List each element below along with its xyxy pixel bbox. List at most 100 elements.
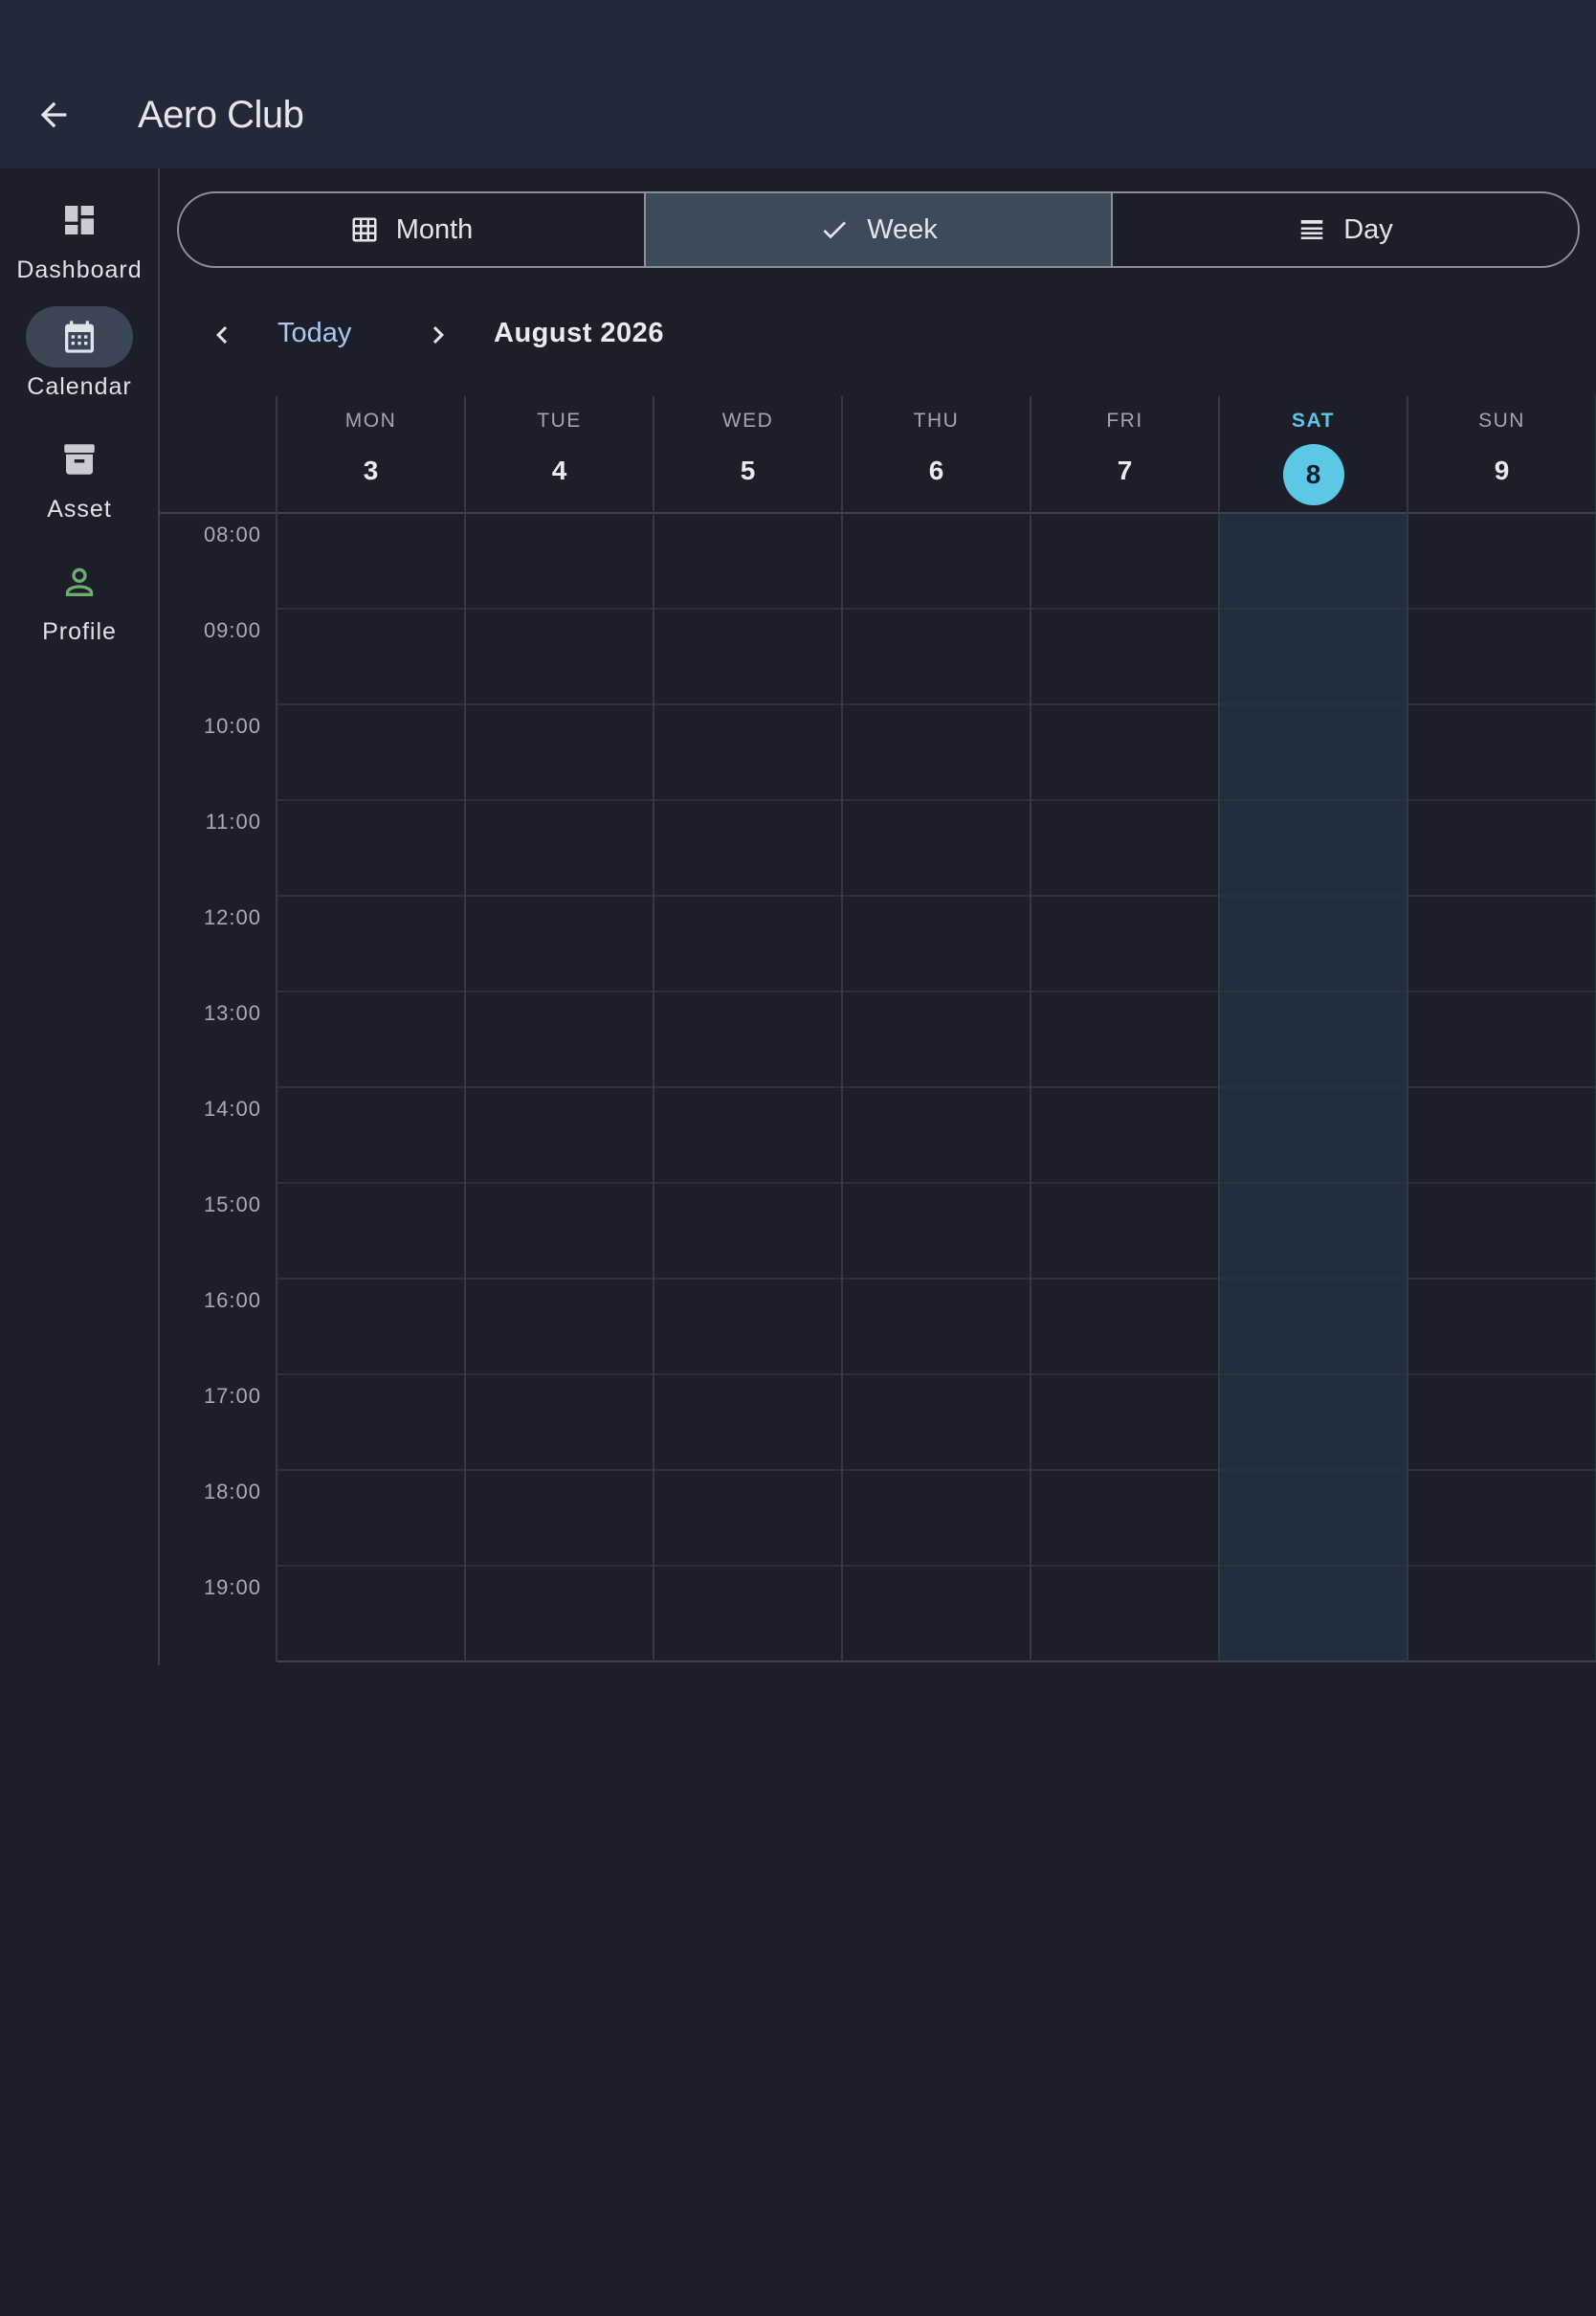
time-slot-cell[interactable] [843, 801, 1030, 895]
time-slot-cell[interactable] [466, 514, 653, 608]
time-slot-cell[interactable] [466, 897, 653, 991]
time-slot-cell[interactable] [466, 1567, 653, 1660]
back-button[interactable] [27, 88, 80, 142]
time-slot-cell[interactable] [843, 992, 1030, 1086]
time-slot-cell[interactable] [654, 1471, 841, 1565]
time-slot-cell[interactable] [1031, 1088, 1218, 1182]
time-slot-cell[interactable] [1408, 1567, 1595, 1660]
day-view-button[interactable]: Day [1111, 193, 1578, 266]
time-slot-cell[interactable] [1408, 1375, 1595, 1469]
time-slot-cell[interactable] [277, 1375, 464, 1469]
day-header[interactable]: THU 6 [842, 396, 1031, 513]
time-slot-cell[interactable] [1031, 1567, 1218, 1660]
time-slot-cell[interactable] [843, 1280, 1030, 1373]
time-slot-cell[interactable] [466, 1280, 653, 1373]
time-slot-cell[interactable] [843, 897, 1030, 991]
time-slot-cell[interactable] [1031, 514, 1218, 608]
time-slot-cell[interactable] [1031, 897, 1218, 991]
time-slot-cell[interactable] [1408, 705, 1595, 799]
time-slot-cell[interactable] [277, 1184, 464, 1278]
time-slot-cell[interactable] [654, 1184, 841, 1278]
time-slot-cell[interactable] [277, 992, 464, 1086]
week-view-button[interactable]: Week [644, 193, 1111, 266]
time-slot-cell[interactable] [843, 1567, 1030, 1660]
today-button[interactable]: Today [277, 318, 351, 349]
nav-item-profile[interactable]: Profile [0, 551, 159, 666]
nav-item-asset[interactable]: Asset [0, 429, 159, 544]
time-slot-cell[interactable] [843, 1088, 1030, 1182]
time-slot-cell[interactable] [843, 705, 1030, 799]
time-slot-cell[interactable] [1408, 1280, 1595, 1373]
previous-week-button[interactable] [195, 308, 249, 362]
time-slot-cell[interactable] [1220, 705, 1407, 799]
time-slot-cell[interactable] [277, 1471, 464, 1565]
time-slot-cell[interactable] [466, 801, 653, 895]
day-header[interactable]: WED 5 [654, 396, 842, 513]
nav-item-dashboard[interactable]: Dashboard [0, 189, 159, 304]
time-slot-cell[interactable] [654, 610, 841, 703]
time-slot-cell[interactable] [1220, 1280, 1407, 1373]
time-slot-cell[interactable] [1220, 1088, 1407, 1182]
time-slot-cell[interactable] [277, 514, 464, 608]
time-slot-cell[interactable] [277, 801, 464, 895]
time-slot-cell[interactable] [1408, 514, 1595, 608]
time-slot-cell[interactable] [466, 705, 653, 799]
time-slot-cell[interactable] [277, 1088, 464, 1182]
time-slot-cell[interactable] [1408, 897, 1595, 991]
time-slot-cell[interactable] [1408, 1184, 1595, 1278]
time-slot-cell[interactable] [1220, 514, 1407, 608]
time-slot-cell[interactable] [1408, 1471, 1595, 1565]
time-slot-cell[interactable] [654, 1280, 841, 1373]
time-slot-cell[interactable] [277, 897, 464, 991]
time-slot-cell[interactable] [654, 801, 841, 895]
time-slot-cell[interactable] [843, 1375, 1030, 1469]
time-slot-cell[interactable] [1031, 705, 1218, 799]
time-slot-cell[interactable] [654, 1375, 841, 1469]
time-slot-cell[interactable] [1031, 1184, 1218, 1278]
day-header[interactable]: SUN 9 [1408, 396, 1596, 513]
time-slot-cell[interactable] [843, 1184, 1030, 1278]
time-slot-cell[interactable] [1408, 992, 1595, 1086]
time-slot-cell[interactable] [843, 514, 1030, 608]
time-slot-cell[interactable] [1220, 801, 1407, 895]
month-view-button[interactable]: Month [179, 193, 644, 266]
time-slot-cell[interactable] [654, 1088, 841, 1182]
time-slot-cell[interactable] [654, 897, 841, 991]
time-slot-cell[interactable] [1031, 1280, 1218, 1373]
time-slot-cell[interactable] [466, 1184, 653, 1278]
day-header[interactable]: MON 3 [277, 396, 465, 513]
day-header[interactable]: SAT 8 [1219, 396, 1408, 513]
time-slot-cell[interactable] [654, 992, 841, 1086]
time-slot-cell[interactable] [1408, 801, 1595, 895]
time-slot-cell[interactable] [843, 1471, 1030, 1565]
day-header[interactable]: FRI 7 [1031, 396, 1219, 513]
time-slot-cell[interactable] [654, 1567, 841, 1660]
time-slot-cell[interactable] [1220, 610, 1407, 703]
time-slot-cell[interactable] [1220, 992, 1407, 1086]
time-slot-cell[interactable] [1031, 1375, 1218, 1469]
time-slot-cell[interactable] [1408, 1088, 1595, 1182]
time-slot-cell[interactable] [277, 705, 464, 799]
time-slot-cell[interactable] [843, 610, 1030, 703]
time-slot-cell[interactable] [1031, 801, 1218, 895]
next-week-button[interactable] [411, 308, 465, 362]
time-slot-cell[interactable] [466, 992, 653, 1086]
time-slot-cell[interactable] [1220, 1471, 1407, 1565]
time-slot-cell[interactable] [466, 1375, 653, 1469]
time-slot-cell[interactable] [466, 1471, 653, 1565]
time-slot-cell[interactable] [1220, 1184, 1407, 1278]
time-slot-cell[interactable] [1220, 897, 1407, 991]
nav-item-calendar[interactable]: Calendar [0, 306, 159, 421]
time-slot-cell[interactable] [1220, 1375, 1407, 1469]
time-slot-cell[interactable] [1408, 610, 1595, 703]
day-header[interactable]: TUE 4 [465, 396, 654, 513]
time-slot-cell[interactable] [1031, 610, 1218, 703]
time-slot-cell[interactable] [277, 1280, 464, 1373]
time-slot-cell[interactable] [277, 1567, 464, 1660]
time-slot-cell[interactable] [1031, 992, 1218, 1086]
time-slot-cell[interactable] [466, 1088, 653, 1182]
time-slot-cell[interactable] [1031, 1471, 1218, 1565]
time-slot-cell[interactable] [466, 610, 653, 703]
time-slot-cell[interactable] [1220, 1567, 1407, 1660]
time-slot-cell[interactable] [654, 705, 841, 799]
